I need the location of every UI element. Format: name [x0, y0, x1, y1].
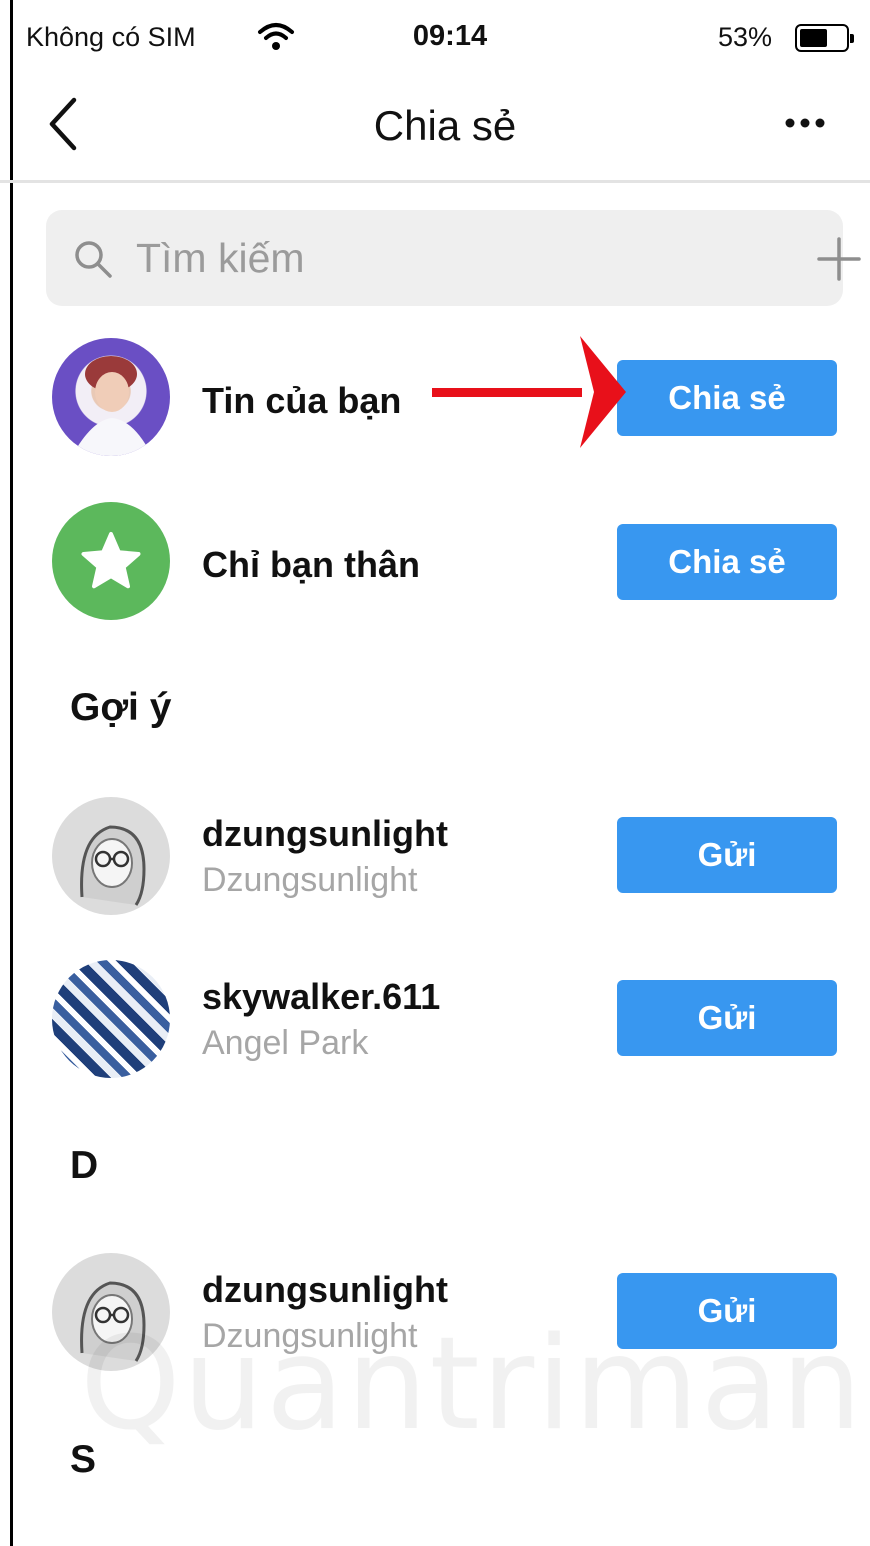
more-options-button[interactable]: [778, 98, 838, 148]
search-icon: [72, 238, 116, 287]
avatar: [52, 797, 170, 915]
avatar: [52, 960, 170, 1078]
contact-row: skywalker.611 Angel Park Gửi: [0, 960, 870, 1090]
story-label: Tin của bạn: [202, 380, 402, 421]
plus-icon: [817, 237, 861, 281]
send-button[interactable]: Gửi: [617, 980, 837, 1056]
close-friends-label: Chỉ bạn thân: [202, 544, 420, 585]
battery-icon: [795, 24, 854, 52]
send-button[interactable]: Gửi: [617, 817, 837, 893]
annotation-arrow-icon: [432, 336, 626, 448]
section-header-d: D: [70, 1144, 99, 1187]
contact-username: dzungsunlight: [202, 1269, 448, 1310]
contact-username: skywalker.611: [202, 976, 441, 1017]
battery-percent: 53%: [718, 22, 773, 52]
add-button[interactable]: [816, 236, 862, 287]
page-title: Chia sẻ: [373, 102, 517, 149]
ellipsis-icon: [785, 118, 825, 128]
section-header-suggested: Gợi ý: [70, 686, 172, 729]
close-friends-badge: [52, 502, 170, 620]
search-bar: [46, 210, 861, 306]
close-friends-row: Chỉ bạn thân Chia sẻ: [0, 502, 870, 632]
nav-header: Chia sẻ: [0, 78, 870, 183]
contact-fullname: Dzungsunlight: [202, 861, 418, 899]
status-bar: Không có SIM 09:14 53%: [0, 0, 870, 78]
share-story-button[interactable]: Chia sẻ: [617, 360, 837, 436]
contact-row: dzungsunlight Dzungsunlight Gửi: [0, 797, 870, 927]
watermark-logo: Quantrimang: [80, 1310, 870, 1459]
avatar: [52, 338, 170, 456]
star-icon: [81, 532, 141, 589]
share-close-friends-button[interactable]: Chia sẻ: [617, 524, 837, 600]
search-input[interactable]: [136, 228, 696, 288]
contact-fullname: Angel Park: [202, 1024, 369, 1062]
contact-username: dzungsunlight: [202, 813, 448, 854]
